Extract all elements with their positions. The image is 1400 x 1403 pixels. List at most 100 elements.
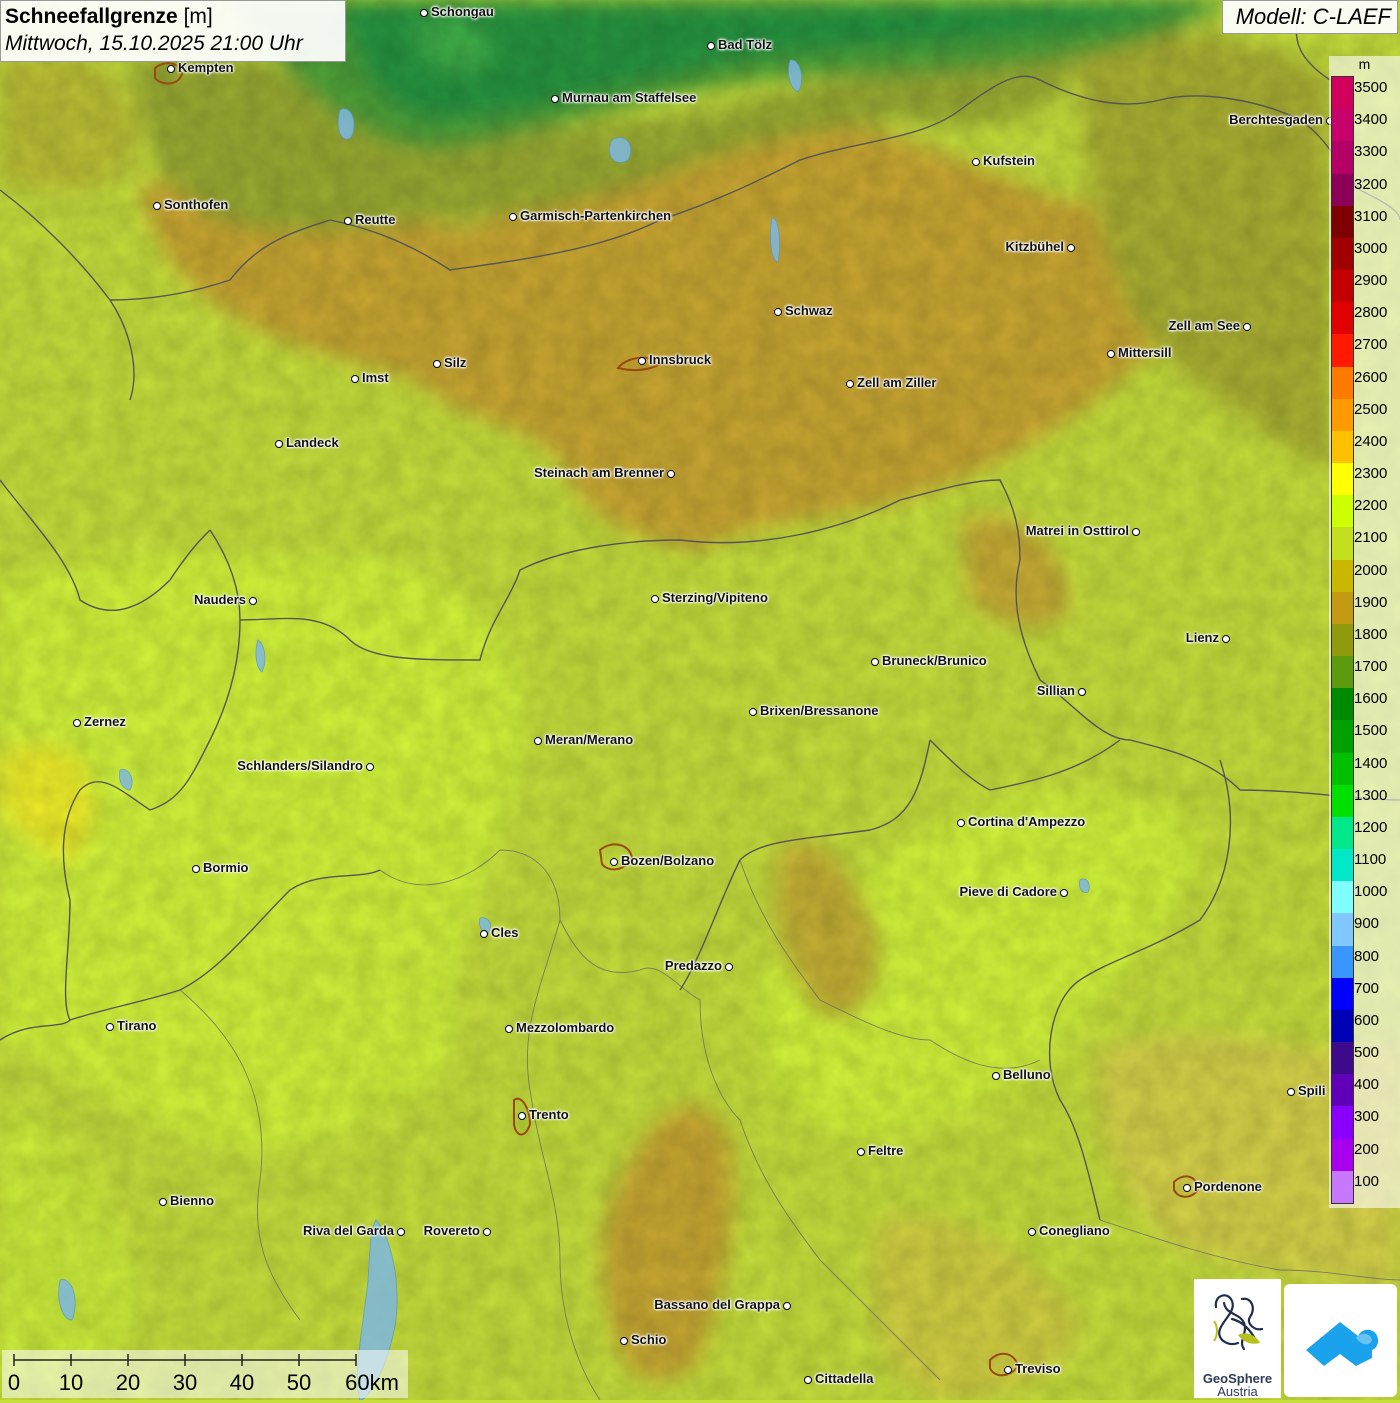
city-label: Zell am See (1168, 318, 1240, 333)
city-label: Kitzbühel (1005, 239, 1065, 254)
city-dot-icon (1107, 350, 1115, 358)
legend-label: 700 (1354, 979, 1380, 997)
city-label: Schlanders/Silandro (237, 758, 363, 773)
legend-swatch (1332, 816, 1353, 850)
legend-swatch (1332, 495, 1353, 528)
legend-label: 1600 (1354, 690, 1388, 708)
city-label: Tirano (117, 1018, 157, 1033)
city-label: Schongau (431, 4, 494, 19)
color-legend: m 3500 3400 3300 3200 3100 3000 2900 2800 2700 26… (1329, 56, 1400, 1208)
city-dot-icon (957, 819, 965, 827)
city-label: Mezzolombardo (516, 1020, 615, 1035)
weather-app-icon (1306, 1322, 1379, 1366)
geosphere-logo[interactable]: GeoSphere Austria (1194, 1279, 1281, 1399)
city-dot-icon (857, 1148, 865, 1156)
legend-swatch (1332, 430, 1353, 464)
city-label: Belluno (1003, 1067, 1051, 1082)
geosphere-country: Austria (1217, 1384, 1258, 1399)
legend-swatch (1332, 881, 1353, 914)
scale-tick-label: 0 (7, 1370, 21, 1395)
legend-label: 3400 (1354, 111, 1388, 129)
legend-swatch (1332, 1170, 1353, 1204)
city-label: Feltre (868, 1143, 904, 1158)
legend-swatch (1332, 688, 1353, 721)
city-dot-icon (344, 217, 352, 225)
city-label: Rovereto (423, 1223, 480, 1238)
city-label: Zernez (84, 714, 126, 729)
legend-label: 800 (1354, 947, 1380, 965)
city-label: Matrei in Osttirol (1025, 523, 1129, 538)
legend-swatch (1332, 77, 1353, 110)
model-label: Modell: C-LAEF (1222, 0, 1398, 34)
city-dot-icon (707, 42, 715, 50)
city-dot-icon (992, 1072, 1000, 1080)
legend-swatch (1332, 109, 1353, 142)
legend-label: 2100 (1354, 529, 1388, 547)
title-text: Schneefallgrenze (5, 5, 178, 28)
legend-label: 100 (1354, 1172, 1380, 1190)
legend-swatch (1332, 784, 1353, 818)
legend-label: 1300 (1354, 786, 1388, 804)
city-label: Zell am Ziller (857, 375, 937, 390)
legend-label: 2600 (1354, 368, 1388, 386)
legend-swatch (1332, 623, 1353, 657)
city-dot-icon (167, 65, 175, 73)
legend-label: 3000 (1354, 239, 1388, 257)
city-dot-icon (1287, 1088, 1295, 1096)
legend-label: 400 (1354, 1076, 1380, 1094)
title-unit: [m] (183, 5, 213, 28)
city-dot-icon (667, 470, 675, 478)
city-dot-icon (420, 9, 428, 17)
city-dot-icon (73, 719, 81, 727)
legend-label: 3300 (1354, 143, 1388, 161)
legend-swatch (1332, 366, 1353, 400)
city-label: Murnau am Staffelsee (562, 90, 697, 105)
city-dot-icon (1067, 244, 1075, 252)
city-dot-icon (783, 1302, 791, 1310)
weather-app-logo[interactable] (1284, 1284, 1397, 1397)
legend-swatch (1332, 1009, 1353, 1043)
city-dot-icon (1078, 688, 1086, 696)
city-label: Pordenone (1194, 1179, 1262, 1194)
city-dot-icon (610, 858, 618, 866)
legend-label: 1500 (1354, 722, 1388, 740)
map-title-box: Schneefallgrenze [m] Mittwoch, 15.10.202… (0, 0, 346, 62)
city-dot-icon (275, 440, 283, 448)
legend-swatch (1332, 559, 1353, 593)
city-label: Silz (444, 355, 467, 370)
legend-unit: m (1358, 56, 1371, 72)
scale-tick-label: 40 (229, 1370, 255, 1395)
city-label: Kempten (178, 60, 234, 75)
legend-label: 600 (1354, 1011, 1380, 1029)
city-dot-icon (551, 95, 559, 103)
city-dot-icon (749, 708, 757, 716)
legend-swatch (1332, 977, 1353, 1011)
city-dot-icon (509, 213, 517, 221)
scale-tick-label: 50 (286, 1370, 312, 1395)
city-label: Mittersill (1118, 345, 1172, 360)
legend-label: 1200 (1354, 818, 1388, 836)
legend-swatch (1332, 334, 1353, 368)
legend-swatch (1332, 656, 1353, 689)
legend-swatch (1332, 141, 1353, 174)
city-label: Berchtesgaden (1229, 112, 1323, 127)
city-dot-icon (1004, 1366, 1012, 1374)
city-label: Sterzing/Vipiteno (662, 590, 768, 605)
scale-bar: 0 10 20 30 40 50 60km (2, 1350, 408, 1398)
city-dot-icon (505, 1025, 513, 1033)
legend-label: 1700 (1354, 658, 1388, 676)
city-label: Reutte (355, 212, 396, 227)
city-label: Cittadella (815, 1371, 874, 1386)
city-label: Kufstein (983, 153, 1035, 168)
city-dot-icon (804, 1376, 812, 1384)
legend-label: 2900 (1354, 272, 1388, 290)
legend-label: 2000 (1354, 561, 1388, 579)
legend-label: 3200 (1354, 175, 1388, 193)
legend-swatch (1332, 463, 1353, 496)
city-label: Landeck (286, 435, 339, 450)
city-label: Schwaz (785, 303, 833, 318)
legend-color-bar (1331, 76, 1354, 1204)
legend-swatch (1332, 849, 1353, 882)
forecast-datetime: Mittwoch, 15.10.2025 21:00 Uhr (5, 32, 303, 55)
legend-label: 2700 (1354, 336, 1388, 354)
